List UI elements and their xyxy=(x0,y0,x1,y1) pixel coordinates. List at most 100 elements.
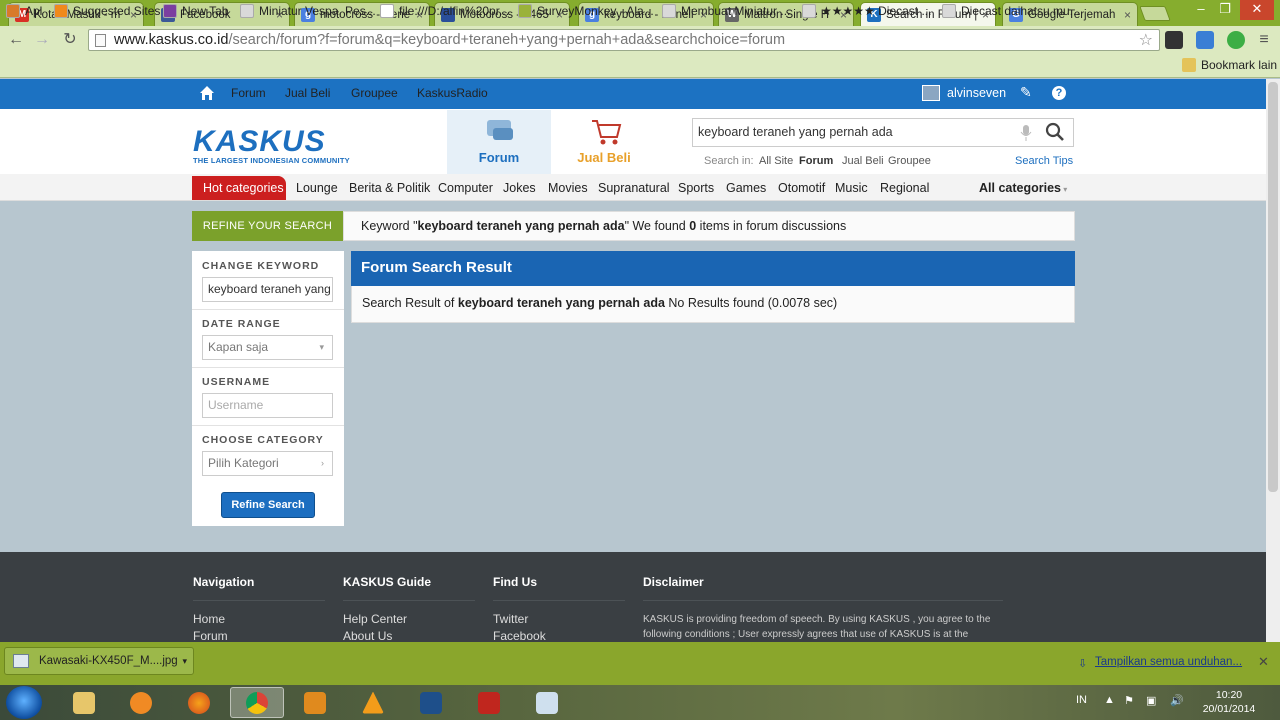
bookmark-favicon-icon xyxy=(662,4,676,18)
chevron-down-icon[interactable]: ▾ xyxy=(182,656,187,667)
bookmark-item[interactable]: ★★★★★ Diecast ... xyxy=(802,4,931,18)
category-computer[interactable]: Computer xyxy=(438,181,493,195)
taskbar-vlc[interactable] xyxy=(346,687,400,718)
topnav-kaskusradio[interactable]: KaskusRadio xyxy=(417,86,488,100)
username[interactable]: alvinseven xyxy=(947,86,1006,100)
bookmark-item[interactable]: file:///D:/alfin%20pr... xyxy=(380,4,509,18)
category-jokes[interactable]: Jokes xyxy=(503,181,536,195)
category-select[interactable]: Pilih Kategori › xyxy=(202,451,333,476)
kaskus-logo[interactable]: KASKUS THE LARGEST INDONESIAN COMMUNITY xyxy=(193,125,350,165)
url-path: /search/forum?f=forum&q=keyboard+teraneh… xyxy=(228,32,786,48)
header-forum-button[interactable]: Forum xyxy=(447,110,551,174)
divider xyxy=(192,425,344,426)
extension-icon[interactable] xyxy=(1165,31,1183,49)
username-input[interactable]: Username xyxy=(202,393,333,418)
bookmark-item[interactable]: SurveyMonkey - Ala... xyxy=(518,4,654,18)
bookmark-item[interactable]: Apl xyxy=(6,4,42,18)
hot-categories-tab[interactable]: Hot categories xyxy=(192,176,286,200)
category-otomotif[interactable]: Otomotif xyxy=(778,181,825,195)
result-text: Search Result of keyboard teraneh yang p… xyxy=(362,296,838,310)
bookmark-other[interactable]: Bookmark lain xyxy=(1182,58,1277,72)
topnav-groupee[interactable]: Groupee xyxy=(351,86,398,100)
search-in-forum[interactable]: Forum xyxy=(799,155,833,167)
footer-link-forum[interactable]: Forum xyxy=(193,629,228,643)
change-keyword-input[interactable]: keyboard teraneh yang pernah ada xyxy=(202,277,333,302)
system-clock[interactable]: 10:20 20/01/2014 xyxy=(1198,688,1260,716)
show-all-downloads-link[interactable]: Tampilkan semua unduhan... xyxy=(1095,656,1242,668)
network-icon[interactable]: ▣ xyxy=(1146,694,1156,707)
refine-search-button[interactable]: Refine Search xyxy=(221,492,315,518)
maximize-icon[interactable]: ❐ xyxy=(1212,0,1238,20)
bookmark-favicon-icon xyxy=(163,4,177,18)
forward-icon[interactable]: → xyxy=(32,30,52,50)
taskbar-firefox[interactable] xyxy=(172,687,226,718)
pencil-icon[interactable]: ✎ xyxy=(1020,84,1032,101)
taskbar-illustrator[interactable] xyxy=(288,687,342,718)
category-berita-politik[interactable]: Berita & Politik xyxy=(349,181,430,195)
header-jual-beli-button[interactable]: Jual Beli xyxy=(553,110,655,174)
category-supranatural[interactable]: Supranatural xyxy=(598,181,670,195)
search-input[interactable] xyxy=(698,125,1008,139)
search-tips-link[interactable]: Search Tips xyxy=(1015,155,1073,167)
translate-icon[interactable] xyxy=(1196,31,1214,49)
close-shelf-icon[interactable]: ✕ xyxy=(1258,654,1269,670)
footer-link-twitter[interactable]: Twitter xyxy=(493,612,528,626)
taskbar-acrobat[interactable] xyxy=(462,687,516,718)
close-window-icon[interactable]: ✕ xyxy=(1240,0,1274,20)
back-icon[interactable]: ← xyxy=(6,30,26,50)
footer-link-about-us[interactable]: About Us xyxy=(343,629,392,643)
category-music[interactable]: Music xyxy=(835,181,868,195)
footer-link-facebook[interactable]: Facebook xyxy=(493,629,546,643)
avatar[interactable] xyxy=(922,85,940,101)
footer-link-help-center[interactable]: Help Center xyxy=(343,612,407,626)
search-in-jual-beli[interactable]: Jual Beli xyxy=(842,155,884,167)
category-sports[interactable]: Sports xyxy=(678,181,714,195)
category-lounge[interactable]: Lounge xyxy=(296,181,338,195)
search-in-groupee[interactable]: Groupee xyxy=(888,155,931,167)
taskbar-photoshop[interactable] xyxy=(404,687,458,718)
bookmark-favicon-icon xyxy=(54,4,68,18)
bookmark-item[interactable]: Diecast daihatsu mu... xyxy=(942,4,1080,18)
flag-icon[interactable]: ⚑ xyxy=(1124,694,1134,707)
bookmarks-bar xyxy=(0,54,1280,78)
category-regional[interactable]: Regional xyxy=(880,181,929,195)
search-in-all-site[interactable]: All Site xyxy=(759,155,793,167)
taskbar-explorer[interactable] xyxy=(57,687,111,718)
category-movies[interactable]: Movies xyxy=(548,181,588,195)
bookmark-item[interactable]: New Tab xyxy=(163,4,228,18)
all-categories-dropdown[interactable]: All categories ▾ xyxy=(979,181,1067,195)
help-icon[interactable]: ? xyxy=(1052,86,1066,100)
taskbar-notepad[interactable] xyxy=(520,687,574,718)
scrollbar-thumb[interactable] xyxy=(1268,82,1278,492)
bookmark-item[interactable]: Membuat Miniatur ... xyxy=(662,4,790,18)
tray-expand-icon[interactable]: ▲ xyxy=(1104,694,1115,706)
topnav-jual-beli[interactable]: Jual Beli xyxy=(285,86,330,100)
bookmark-item[interactable]: Miniatur Vespa, Pes... xyxy=(240,4,376,18)
minimize-icon[interactable]: – xyxy=(1188,0,1214,20)
bookmark-favicon-icon xyxy=(942,4,956,18)
taskbar-chrome[interactable] xyxy=(230,687,284,718)
volume-icon[interactable]: 🔊 xyxy=(1170,694,1184,707)
microphone-icon[interactable] xyxy=(1020,125,1032,141)
download-item[interactable]: Kawasaki-KX450F_M....jpg ▾ xyxy=(4,647,194,675)
date-range-select[interactable]: Kapan saja ▾ xyxy=(202,335,333,360)
language-indicator[interactable]: IN xyxy=(1076,694,1087,706)
taskbar-media-player[interactable] xyxy=(114,687,168,718)
address-bar[interactable]: www.kaskus.co.id/search/forum?f=forum&q=… xyxy=(88,29,1160,51)
bookmark-item[interactable]: Suggested Sites xyxy=(54,4,160,18)
bookmark-star-icon[interactable]: ☆ xyxy=(1139,30,1153,50)
chevron-down-icon: ▾ xyxy=(319,342,324,352)
footer-link-home[interactable]: Home xyxy=(193,612,225,626)
search-icon[interactable] xyxy=(1045,122,1065,142)
windows-start-button[interactable] xyxy=(6,686,42,719)
reload-icon[interactable]: ↻ xyxy=(60,30,80,50)
new-tab-button[interactable] xyxy=(1139,6,1171,21)
url-host: www.kaskus.co.id xyxy=(114,32,229,48)
menu-icon[interactable]: ≡ xyxy=(1254,30,1274,50)
category-games[interactable]: Games xyxy=(726,181,766,195)
extension-green-icon[interactable] xyxy=(1227,31,1245,49)
home-icon[interactable] xyxy=(199,85,215,101)
topnav-forum[interactable]: Forum xyxy=(231,86,266,100)
footer-disclaimer-text: KASKUS is providing freedom of speech. B… xyxy=(643,614,991,640)
tab-close-icon[interactable]: × xyxy=(1124,8,1131,22)
